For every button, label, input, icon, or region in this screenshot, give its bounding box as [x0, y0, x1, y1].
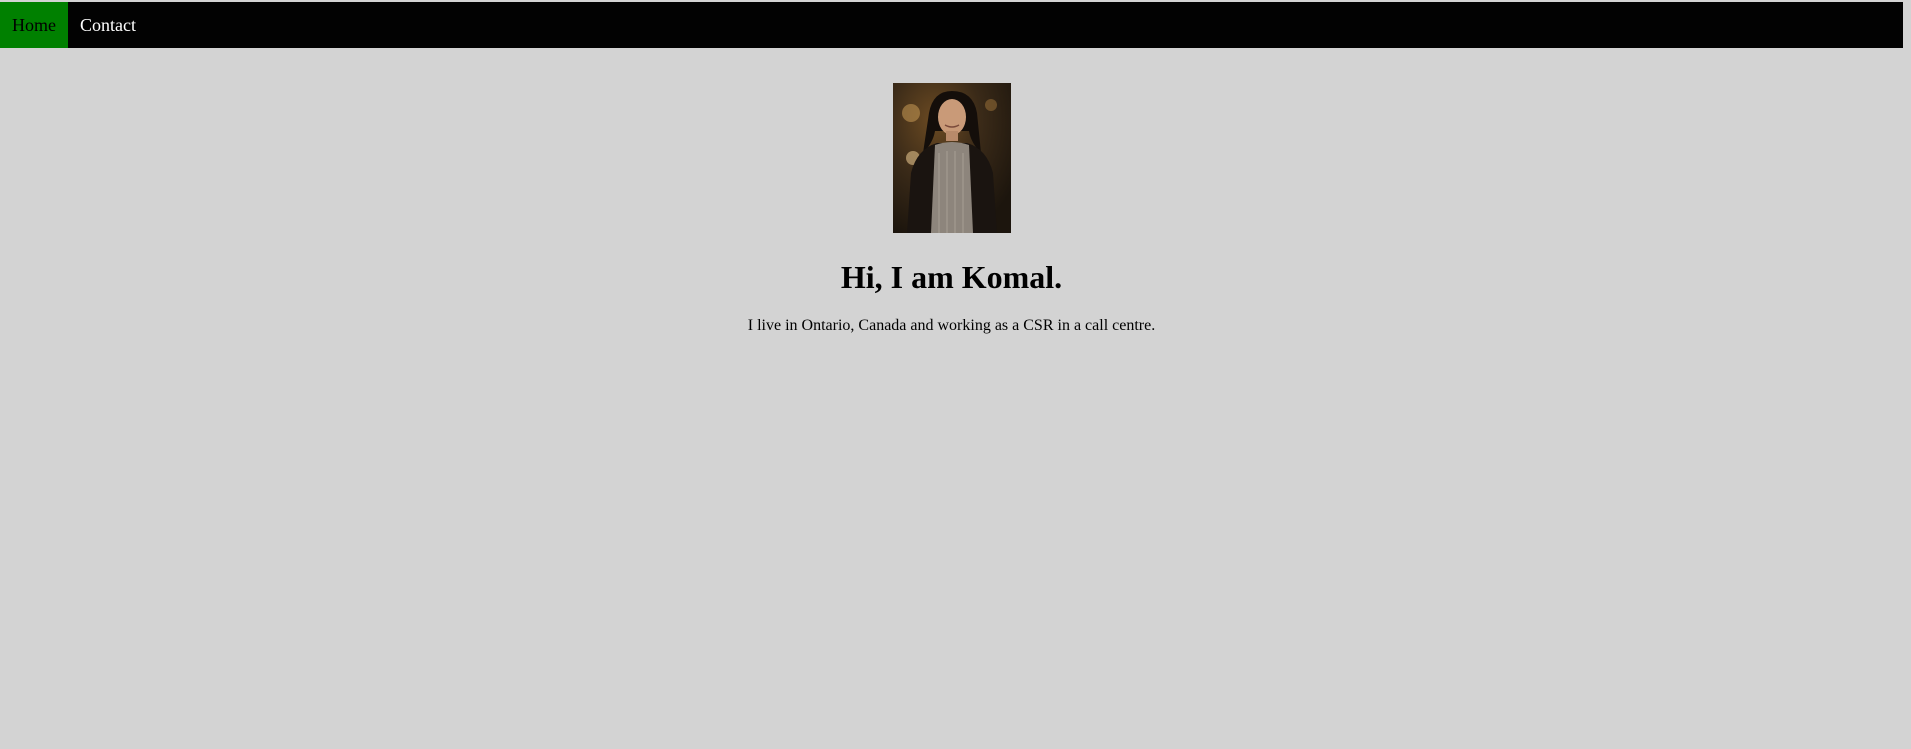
nav-home-link[interactable]: Home: [0, 2, 68, 48]
profile-photo: [893, 83, 1011, 233]
nav-contact-link[interactable]: Contact: [68, 2, 148, 48]
bio-text: I live in Ontario, Canada and working as…: [747, 317, 1156, 334]
page-heading: Hi, I am Komal.: [840, 259, 1063, 295]
top-navbar: Home Contact: [0, 2, 1903, 48]
